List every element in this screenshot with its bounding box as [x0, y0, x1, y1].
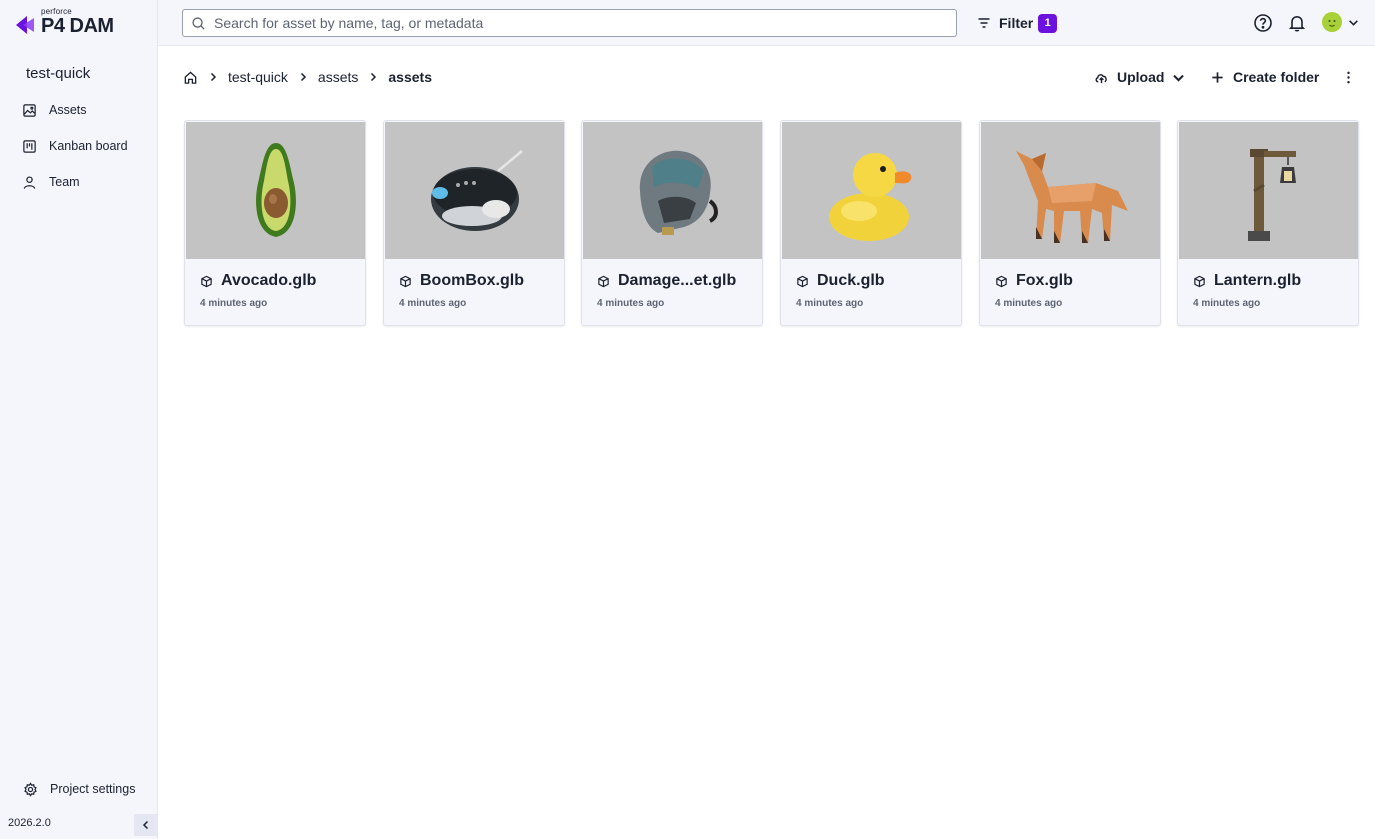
asset-thumbnail: [782, 122, 961, 259]
breadcrumb: test-quick assets assets: [183, 67, 432, 87]
asset-card-avocado[interactable]: Avocado.glb 4 minutes ago: [184, 120, 366, 326]
user-menu[interactable]: [1322, 12, 1359, 32]
asset-timestamp: 4 minutes ago: [995, 298, 1063, 309]
chevron-right-icon: [371, 72, 377, 82]
cube-icon: [400, 275, 411, 287]
asset-name-text: Fox.glb: [1016, 272, 1073, 289]
sidebar: perforce P4 DAM test-quick Assets Kanban…: [0, 0, 158, 839]
asset-name-text: BoomBox.glb: [420, 272, 524, 289]
brand-logo[interactable]: perforce P4 DAM: [13, 7, 133, 39]
asset-name-text: Lantern.glb: [1214, 272, 1302, 289]
asset-thumbnail: [583, 122, 762, 259]
asset-card-fox[interactable]: Fox.glb 4 minutes ago: [979, 120, 1161, 326]
sidebar-item-label: Team: [49, 175, 80, 189]
chevron-down-icon: [1173, 74, 1185, 82]
asset-timestamp: 4 minutes ago: [796, 298, 864, 309]
upload-icon: [1095, 73, 1107, 83]
cube-icon: [201, 275, 212, 287]
asset-name-text: Avocado.glb: [221, 272, 317, 289]
asset-name: Avocado.glb: [200, 272, 316, 290]
search-box[interactable]: [182, 9, 957, 37]
cube-icon: [1194, 275, 1205, 287]
gear-icon: [24, 781, 37, 797]
asset-name-text: Duck.glb: [817, 272, 885, 289]
asset-card-lantern[interactable]: Lantern.glb 4 minutes ago: [1177, 120, 1359, 326]
search-input[interactable]: [214, 15, 934, 31]
asset-card-duck[interactable]: Duck.glb 4 minutes ago: [780, 120, 962, 326]
create-folder-label: Create folder: [1233, 69, 1320, 85]
asset-name: BoomBox.glb: [399, 272, 524, 290]
plus-icon: [1212, 71, 1223, 83]
filter-icon: [978, 18, 990, 28]
kanban-icon: [23, 139, 36, 153]
sidebar-item-label: Assets: [49, 103, 87, 117]
breadcrumb-current: assets: [388, 69, 432, 85]
filter-count-badge: 1: [1038, 13, 1058, 33]
avocado-icon: [256, 142, 296, 237]
cube-icon: [797, 275, 808, 287]
asset-card-boombox[interactable]: BoomBox.glb 4 minutes ago: [383, 120, 565, 326]
duck-icon: [829, 152, 912, 241]
cube-icon: [996, 275, 1007, 287]
help-icon[interactable]: [1253, 13, 1273, 33]
chevron-right-icon: [210, 72, 217, 82]
asset-timestamp: 4 minutes ago: [1193, 298, 1261, 309]
bell-icon[interactable]: [1287, 13, 1307, 33]
upload-label: Upload: [1117, 69, 1165, 85]
cube-icon: [598, 275, 609, 287]
home-icon[interactable]: [183, 70, 198, 85]
person-icon: [23, 175, 36, 189]
boombox-icon: [431, 149, 523, 231]
asset-thumbnail: [186, 122, 365, 259]
project-name: test-quick: [26, 65, 91, 82]
collapse-sidebar-button[interactable]: [134, 814, 157, 836]
chevron-left-icon: [142, 820, 148, 830]
upload-button[interactable]: Upload: [1094, 66, 1185, 88]
top-bar: Filter 1: [158, 0, 1375, 46]
sidebar-item-assets[interactable]: Assets: [22, 100, 87, 120]
brand-name: P4 DAM: [41, 15, 114, 37]
project-settings-link[interactable]: Project settings: [23, 779, 135, 799]
asset-name-text: Damage...et.glb: [618, 272, 737, 289]
filter-label: Filter: [999, 15, 1034, 31]
asset-timestamp: 4 minutes ago: [399, 298, 467, 309]
sidebar-item-team[interactable]: Team: [22, 172, 80, 192]
asset-name: Lantern.glb: [1193, 272, 1301, 290]
sidebar-item-label: Kanban board: [49, 139, 128, 153]
asset-thumbnail: [981, 122, 1160, 259]
asset-timestamp: 4 minutes ago: [597, 298, 665, 309]
asset-card-damaged-helmet[interactable]: Damage...et.glb 4 minutes ago: [581, 120, 763, 326]
version-label: 2026.2.0: [8, 817, 51, 829]
p4-logo-icon: [16, 16, 34, 34]
avatar-face-icon: [1328, 20, 1336, 27]
asset-name: Damage...et.glb: [597, 272, 736, 290]
chevron-right-icon: [300, 72, 306, 82]
lantern-icon: [1248, 148, 1296, 241]
filter-button[interactable]: Filter 1: [977, 12, 1058, 34]
breadcrumb-item-folder[interactable]: assets: [318, 69, 358, 85]
asset-thumbnail: [385, 122, 564, 259]
asset-timestamp: 4 minutes ago: [200, 298, 268, 309]
more-options-button[interactable]: [1341, 66, 1356, 88]
avatar: [1322, 12, 1342, 32]
project-settings-label: Project settings: [50, 782, 136, 796]
image-icon: [23, 103, 36, 117]
more-vertical-icon: [1347, 71, 1350, 83]
helmet-icon: [639, 150, 718, 235]
asset-thumbnail: [1179, 122, 1358, 259]
create-folder-button[interactable]: Create folder: [1210, 66, 1319, 88]
breadcrumb-item-project[interactable]: test-quick: [228, 69, 288, 85]
asset-name: Fox.glb: [995, 272, 1073, 290]
asset-name: Duck.glb: [796, 272, 885, 290]
chevron-down-icon: [1349, 19, 1358, 26]
sidebar-item-kanban-board[interactable]: Kanban board: [22, 136, 128, 156]
search-icon: [192, 16, 205, 30]
fox-icon: [1016, 150, 1128, 243]
